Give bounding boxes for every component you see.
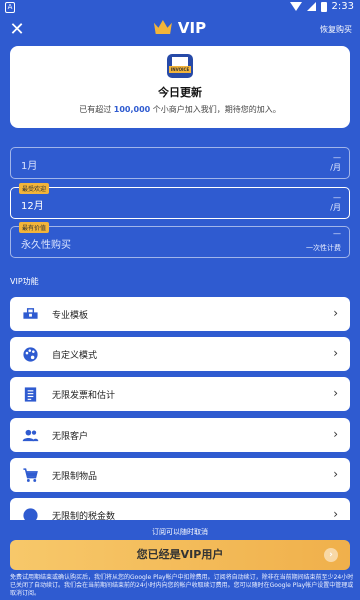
arrow-right-icon: ›	[324, 548, 338, 562]
palette-icon	[23, 347, 38, 362]
status-icons: 2:33	[289, 1, 354, 12]
crown-icon	[153, 20, 172, 34]
invoice-app-icon: INVOICE	[167, 54, 193, 78]
status-bar: A 2:33	[0, 0, 360, 16]
popular-badge: 最受欢迎	[19, 183, 50, 194]
plan-name: 永久性购买	[21, 240, 71, 251]
receipt-icon	[24, 387, 37, 402]
update-subtitle: 已有超过 100,000 个小商户加入我们，期待您的加入。	[79, 105, 281, 114]
header: ✕ VIP 恢复购买	[0, 16, 360, 46]
feature-custom-mode[interactable]: 自定义模式 ›	[10, 337, 350, 371]
plan-price: —/月	[330, 193, 341, 212]
feature-label: 无限制物品	[52, 472, 98, 482]
update-title: 今日更新	[158, 86, 202, 99]
plan-monthly[interactable]: 1月 —/月	[10, 147, 350, 179]
restore-purchase-button[interactable]: 恢复购买	[320, 24, 352, 35]
vip-button-label: 您已经是VIP用户	[136, 548, 224, 561]
battery-icon	[320, 1, 327, 12]
plan-price-dash: —	[333, 229, 341, 238]
subscription-disclaimer: 免费试用期结束或确认购买后，我们将从您的Google Play帐户中扣除费用。订…	[10, 574, 354, 597]
feature-label: 无限发票和估计	[52, 391, 116, 401]
chevron-right-icon: ›	[333, 346, 338, 360]
feature-label: 无限客户	[52, 432, 89, 442]
notification-icon: A	[5, 2, 15, 13]
cart-icon	[23, 468, 38, 482]
plan-billing-note: 一次性计费	[306, 244, 341, 252]
update-card: INVOICE 今日更新 已有超过 100,000 个小商户加入我们，期待您的加…	[10, 46, 350, 128]
feature-unlimited-clients[interactable]: 无限客户 ›	[10, 418, 350, 452]
toolbox-icon	[23, 308, 38, 319]
wifi-icon	[289, 2, 302, 11]
status-time: 2:33	[331, 1, 354, 12]
vip-status-button[interactable]: 您已经是VIP用户 ›	[10, 540, 350, 570]
value-badge: 最有价值	[19, 222, 50, 233]
features-title: VIP功能	[10, 277, 39, 286]
merchant-count: 100,000	[113, 105, 151, 114]
plan-lifetime[interactable]: 最有价值 永久性购买 — 一次性计费	[10, 222, 350, 258]
chevron-right-icon: ›	[333, 507, 338, 521]
feature-unlimited-invoices[interactable]: 无限发票和估计 ›	[10, 377, 350, 411]
feature-pro-templates[interactable]: 专业模板 ›	[10, 297, 350, 331]
people-icon	[22, 429, 39, 442]
feature-label: 自定义模式	[52, 351, 98, 361]
feature-unlimited-items[interactable]: 无限制物品 ›	[10, 458, 350, 492]
chevron-right-icon: ›	[333, 467, 338, 481]
plan-name: 12月	[21, 201, 44, 212]
cancel-note: 订阅可以随时取消	[152, 528, 208, 536]
page-title: VIP	[177, 19, 207, 37]
plan-name: 1月	[21, 161, 38, 172]
chevron-right-icon: ›	[333, 386, 338, 400]
page-title-wrap: VIP	[0, 19, 360, 37]
chevron-right-icon: ›	[333, 306, 338, 320]
feature-label: 专业模板	[52, 311, 89, 321]
signal-icon	[306, 2, 316, 11]
plan-price: —/月	[330, 153, 341, 172]
chevron-right-icon: ›	[333, 427, 338, 441]
bottom-area: 订阅可以随时取消 您已经是VIP用户 › 免费试用期结束或确认购买后，我们将从您…	[0, 520, 360, 600]
plan-yearly[interactable]: 最受欢迎 12月 —/月	[10, 183, 350, 219]
